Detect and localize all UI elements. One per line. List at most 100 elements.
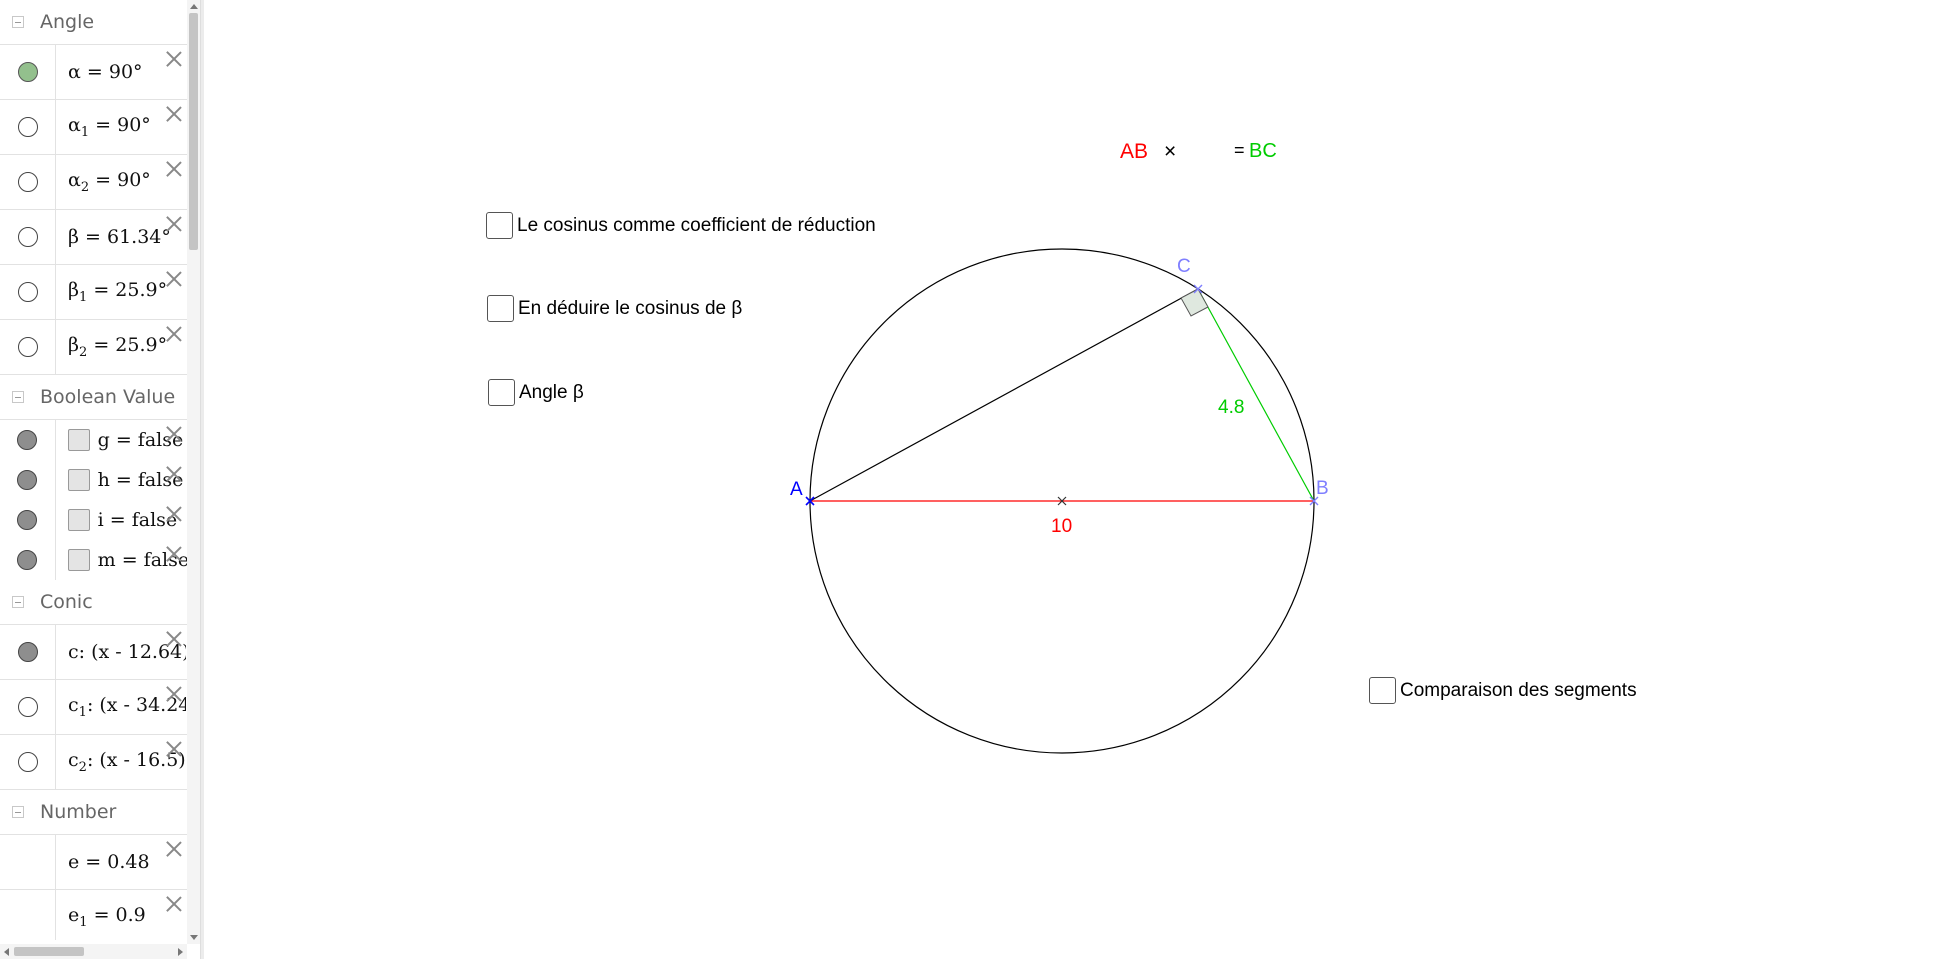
boolean-checkbox[interactable] xyxy=(67,469,90,491)
delete-icon[interactable] xyxy=(166,466,182,482)
label-bc-length: 4.8 xyxy=(1218,397,1244,418)
geometry-canvas: A B C 10 4.8 xyxy=(790,248,1329,754)
label-b: B xyxy=(1316,478,1329,499)
checkbox-box[interactable] xyxy=(1369,677,1396,704)
algebra-row[interactable]: β1 = 25.9° xyxy=(0,265,187,320)
object-name: e xyxy=(68,851,80,873)
boolean-checkbox[interactable] xyxy=(67,509,90,531)
visibility-toggle-icon[interactable] xyxy=(17,752,38,772)
algebra-row[interactable]: h = false xyxy=(0,460,187,500)
visibility-toggle-icon[interactable] xyxy=(17,62,38,82)
label-a: A xyxy=(790,479,803,500)
visibility-toggle-icon[interactable] xyxy=(17,117,38,137)
category-header[interactable]: Conic xyxy=(0,580,187,625)
checkbox-angle-beta[interactable]: Angle β xyxy=(488,379,584,406)
scrollbar-thumb[interactable] xyxy=(189,13,198,250)
collapse-icon[interactable] xyxy=(12,806,24,818)
category-title: Conic xyxy=(40,591,93,613)
object-subscript: 2 xyxy=(78,344,88,360)
visibility-cell xyxy=(0,735,56,789)
category-title: Boolean Value xyxy=(40,386,176,408)
object-name: c xyxy=(68,749,79,772)
delete-icon[interactable] xyxy=(166,106,182,122)
object-name: β xyxy=(68,334,79,357)
checkbox-box[interactable] xyxy=(488,379,515,406)
delete-icon[interactable] xyxy=(166,546,182,562)
vertical-scrollbar[interactable] xyxy=(187,0,200,944)
visibility-toggle-icon[interactable] xyxy=(17,282,38,302)
visibility-cell xyxy=(0,265,56,319)
checkbox-box[interactable] xyxy=(486,212,513,239)
delete-icon[interactable] xyxy=(166,161,182,177)
visibility-toggle-icon[interactable] xyxy=(17,227,38,247)
checkbox-box[interactable] xyxy=(487,295,514,322)
object-value: = 0.9 xyxy=(93,904,146,927)
delete-icon[interactable] xyxy=(166,686,182,702)
scroll-down-icon[interactable] xyxy=(190,935,198,940)
algebra-row[interactable]: m = false xyxy=(0,540,187,580)
algebra-row[interactable]: i = false xyxy=(0,500,187,540)
label-c: C xyxy=(1177,256,1191,277)
point-b xyxy=(1309,496,1319,506)
segment-ac xyxy=(809,288,1199,502)
category-header[interactable]: Number xyxy=(0,790,187,835)
scroll-left-icon[interactable] xyxy=(4,948,9,956)
algebra-row[interactable]: β = 61.34° xyxy=(0,210,187,265)
algebra-row[interactable]: c2: (x - 16.5) xyxy=(0,735,187,790)
checkbox-cosinus-reduction[interactable]: Le cosinus comme coefficient de réductio… xyxy=(486,212,876,239)
algebra-row[interactable]: α2 = 90° xyxy=(0,155,187,210)
category-title: Number xyxy=(40,801,117,823)
visibility-cell xyxy=(0,460,56,500)
checkbox-comparaison-segments[interactable]: Comparaison des segments xyxy=(1369,677,1637,704)
visibility-toggle-icon[interactable] xyxy=(17,172,38,192)
visibility-toggle-icon[interactable] xyxy=(17,430,38,450)
algebra-row[interactable]: α = 90° xyxy=(0,45,187,100)
graphics-view[interactable]: AB × = BC Le cosinus comme coefficient d… xyxy=(204,0,1936,959)
algebra-row[interactable]: β2 = 25.9° xyxy=(0,320,187,375)
scrollbar-thumb[interactable] xyxy=(14,947,84,956)
object-name: e xyxy=(68,904,80,927)
collapse-icon[interactable] xyxy=(12,391,24,403)
algebra-row[interactable]: e1 = 0.9 xyxy=(0,890,187,940)
delete-icon[interactable] xyxy=(166,271,182,287)
horizontal-scrollbar[interactable] xyxy=(0,944,187,959)
delete-icon[interactable] xyxy=(166,506,182,522)
algebra-row[interactable]: e = 0.48 xyxy=(0,835,187,890)
segment-bc xyxy=(1197,288,1315,502)
scroll-up-icon[interactable] xyxy=(190,4,198,9)
category-header[interactable]: Angle xyxy=(0,0,187,45)
object-name: β xyxy=(68,226,79,248)
visibility-toggle-icon[interactable] xyxy=(17,697,38,717)
delete-icon[interactable] xyxy=(166,426,182,442)
algebra-view: Angle α = 90° α1 = 90° α2 = 90° β = 61.34° β1… xyxy=(0,0,204,959)
algebra-row[interactable]: c1: (x - 34.24 xyxy=(0,680,187,735)
delete-icon[interactable] xyxy=(166,896,182,912)
delete-icon[interactable] xyxy=(166,741,182,757)
delete-icon[interactable] xyxy=(166,631,182,647)
delete-icon[interactable] xyxy=(166,326,182,342)
point-a xyxy=(805,496,815,506)
collapse-icon[interactable] xyxy=(12,596,24,608)
object-value: = 61.34° xyxy=(85,226,171,248)
delete-icon[interactable] xyxy=(166,841,182,857)
object-value: = 90° xyxy=(86,61,143,83)
algebra-row[interactable]: c: (x - 12.64) xyxy=(0,625,187,680)
visibility-toggle-icon[interactable] xyxy=(17,470,38,490)
boolean-checkbox[interactable] xyxy=(67,549,90,571)
category-header[interactable]: Boolean Value xyxy=(0,375,187,420)
delete-icon[interactable] xyxy=(166,51,182,67)
visibility-toggle-icon[interactable] xyxy=(17,642,38,662)
visibility-toggle-icon[interactable] xyxy=(17,510,38,530)
checkbox-label: Angle β xyxy=(519,381,584,403)
visibility-toggle-icon[interactable] xyxy=(17,550,38,570)
object-subscript: 1 xyxy=(78,289,88,305)
boolean-checkbox[interactable] xyxy=(67,429,90,451)
delete-icon[interactable] xyxy=(166,216,182,232)
collapse-icon[interactable] xyxy=(12,16,24,28)
scroll-right-icon[interactable] xyxy=(178,948,183,956)
visibility-cell xyxy=(0,155,56,209)
checkbox-deduire-cosinus[interactable]: En déduire le cosinus de β xyxy=(487,295,742,322)
algebra-row[interactable]: α1 = 90° xyxy=(0,100,187,155)
visibility-toggle-icon[interactable] xyxy=(17,337,38,357)
algebra-row[interactable]: g = false xyxy=(0,420,187,460)
